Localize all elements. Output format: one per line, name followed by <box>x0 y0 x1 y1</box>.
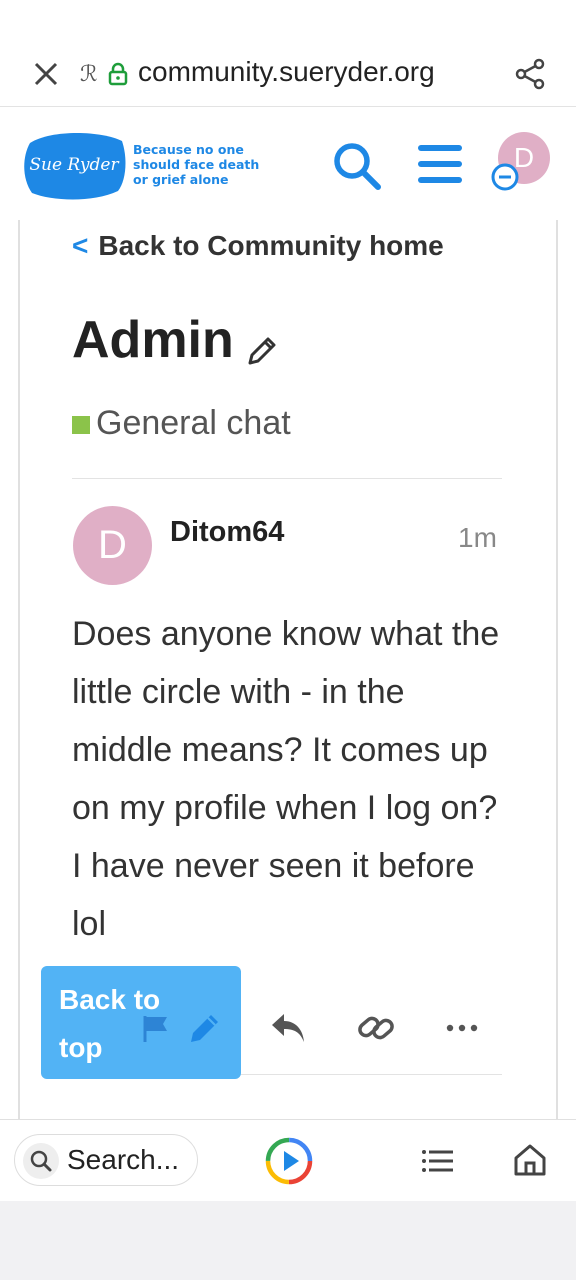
browser-url-bar: ℛ community.sueryder.org <box>0 40 576 107</box>
tracker-icon[interactable]: ℛ <box>80 62 98 87</box>
category-label: General chat <box>96 404 291 442</box>
home-icon[interactable] <box>512 1142 548 1178</box>
do-not-disturb-status-icon <box>491 163 519 191</box>
svg-text:Sue Ryder: Sue Ryder <box>29 155 119 175</box>
edit-pencil-icon[interactable] <box>187 1010 223 1046</box>
reply-icon[interactable] <box>268 1008 308 1048</box>
link-icon[interactable] <box>356 1008 396 1048</box>
search-placeholder: Search... <box>67 1144 180 1175</box>
google-play-icon[interactable] <box>264 1136 314 1186</box>
more-options-icon[interactable] <box>442 1008 482 1048</box>
tagline-line-3: or grief alone <box>133 172 229 187</box>
post-author-avatar[interactable]: D <box>73 506 152 585</box>
divider <box>240 1074 502 1075</box>
post-author-name[interactable]: Ditom64 <box>170 516 284 549</box>
page-title: Admin <box>72 311 234 369</box>
system-navigation-area <box>0 1201 576 1280</box>
browser-search-box[interactable]: Search... <box>14 1134 198 1186</box>
flag-icon[interactable] <box>141 1014 171 1044</box>
tagline-line-1: Because no one <box>133 142 244 157</box>
back-link-label: Back to Community home <box>98 230 444 261</box>
search-icon[interactable] <box>330 139 384 193</box>
search-icon <box>23 1143 59 1179</box>
lock-icon[interactable] <box>108 62 128 86</box>
back-to-top-button[interactable]: Back to top <box>41 966 241 1079</box>
status-bar <box>0 0 576 40</box>
share-icon[interactable] <box>512 56 548 92</box>
category-badge[interactable]: General chat <box>72 404 291 443</box>
chevron-left-icon: < <box>72 230 89 261</box>
back-to-community-link[interactable]: < Back to Community home <box>72 230 444 262</box>
tagline-line-2: should face death <box>133 157 260 172</box>
list-icon[interactable] <box>420 1146 454 1176</box>
hamburger-menu-icon[interactable] <box>416 141 464 187</box>
tagline: Because no one should face death or grie… <box>133 142 263 187</box>
edit-pencil-icon[interactable] <box>245 334 279 368</box>
category-color-square <box>72 416 90 435</box>
close-icon[interactable] <box>30 58 62 90</box>
url-text[interactable]: community.sueryder.org <box>138 56 435 88</box>
browser-bottom-bar: Search... <box>0 1119 576 1202</box>
sue-ryder-logo[interactable]: Sue Ryder <box>22 129 126 201</box>
divider <box>72 478 502 479</box>
post-body: Does anyone know what the little circle … <box>72 615 500 943</box>
post-timestamp[interactable]: 1m <box>458 522 497 554</box>
